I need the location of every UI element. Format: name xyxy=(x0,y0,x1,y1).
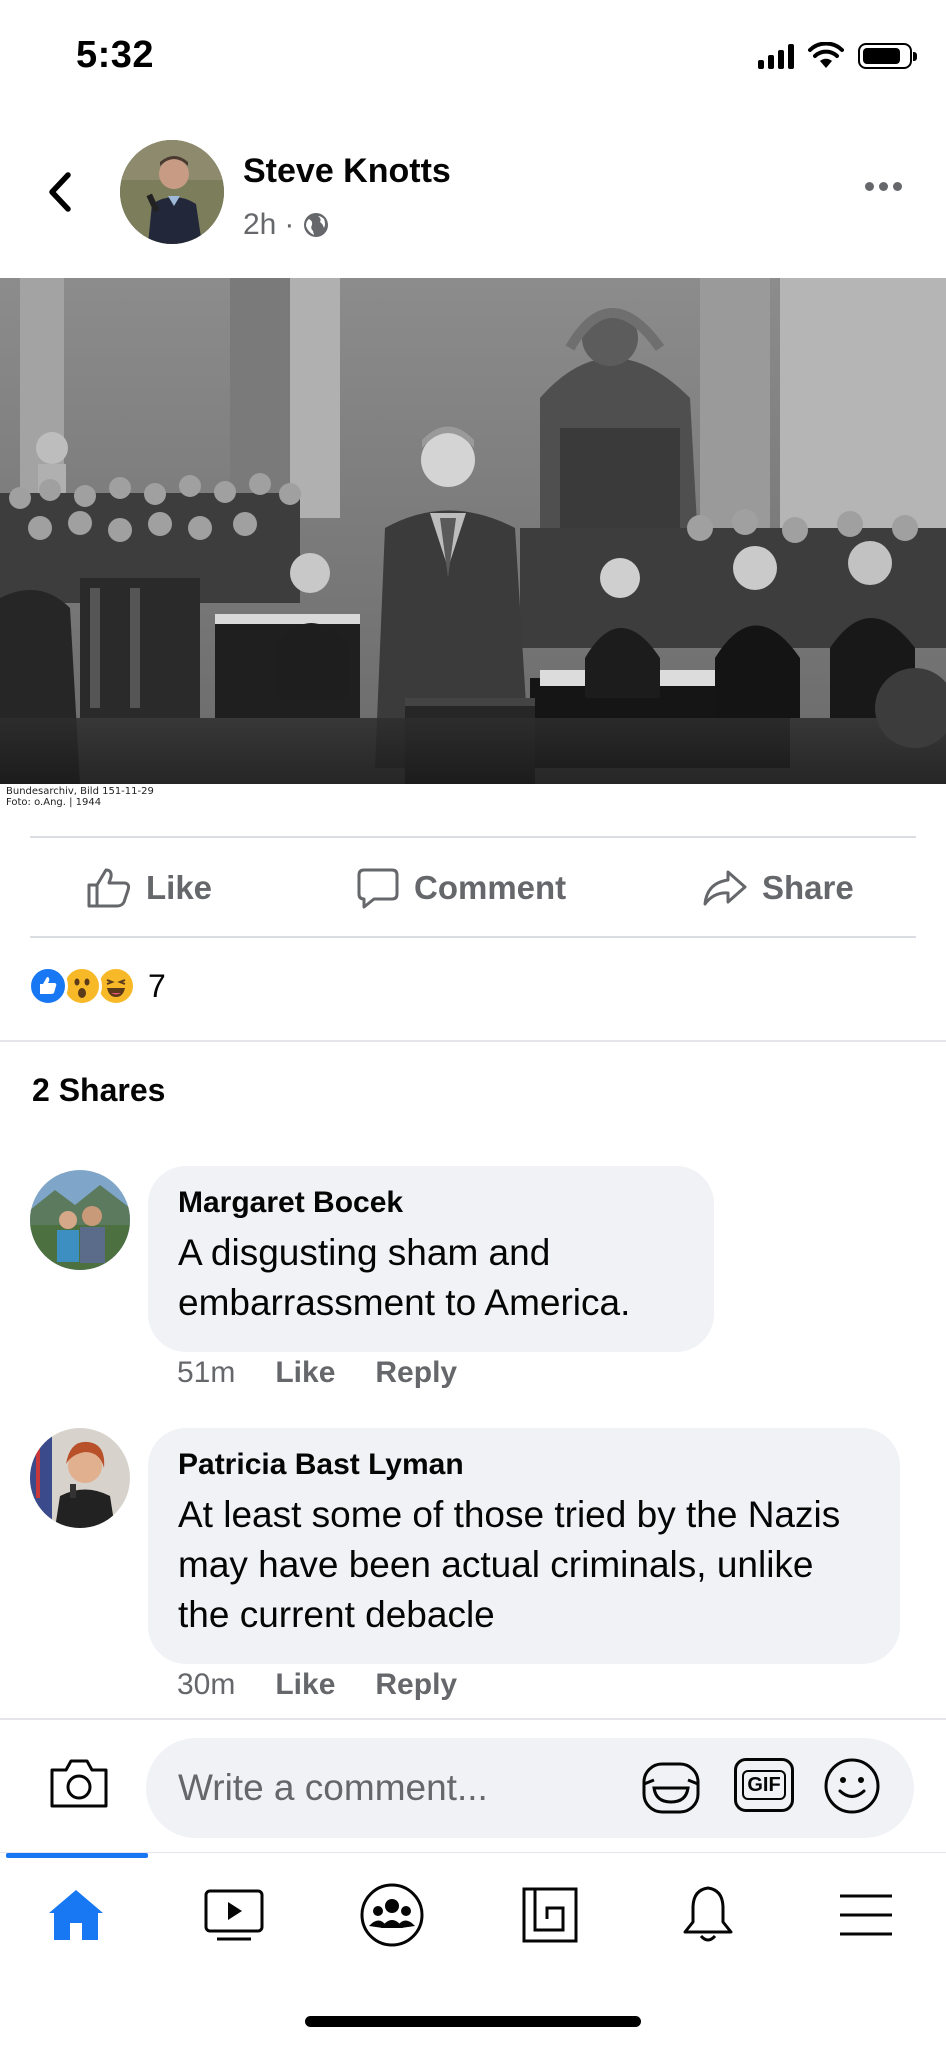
comment-author[interactable]: Margaret Bocek xyxy=(178,1186,684,1220)
comment-like-button[interactable]: Like xyxy=(275,1356,335,1390)
avatar-sticker-icon[interactable] xyxy=(640,1760,702,1816)
meta-separator: · xyxy=(284,208,295,241)
chevron-left-icon xyxy=(49,172,71,212)
active-tab-indicator xyxy=(6,1853,148,1858)
comment-bubble[interactable]: Margaret Bocek A disgusting sham and emb… xyxy=(148,1166,714,1352)
comment-avatar[interactable] xyxy=(30,1170,130,1270)
post-meta: 2h · xyxy=(243,208,330,242)
menu-icon xyxy=(840,1894,892,1936)
home-indicator xyxy=(305,2016,641,2027)
nav-home[interactable] xyxy=(36,1875,116,1955)
bottom-navigation xyxy=(0,1852,946,1967)
divider xyxy=(30,936,916,938)
status-time: 5:32 xyxy=(76,34,155,76)
comment-avatar[interactable] xyxy=(30,1428,130,1528)
home-icon xyxy=(49,1890,103,1940)
post-action-bar: Like Comment Share xyxy=(0,838,946,938)
comment-like-button[interactable]: Like xyxy=(275,1668,335,1702)
groups-icon xyxy=(360,1883,424,1947)
comment-bubble-icon xyxy=(357,868,399,909)
wifi-icon xyxy=(808,42,844,68)
photo-credit-line-1: Bundesarchiv, Bild 151-11-29 xyxy=(6,786,154,797)
author-avatar[interactable] xyxy=(120,140,224,244)
comment-composer: GIF xyxy=(0,1718,946,1848)
comment-actions: 30m Like Reply xyxy=(177,1668,457,1702)
share-button[interactable]: Share xyxy=(702,838,854,938)
nav-notifications[interactable] xyxy=(668,1875,748,1955)
comment-reply-button[interactable]: Reply xyxy=(375,1356,457,1390)
more-options-button[interactable] xyxy=(865,182,902,191)
comment-button[interactable]: Comment xyxy=(356,838,566,938)
gif-label: GIF xyxy=(742,1770,786,1800)
watch-icon xyxy=(204,1889,264,1941)
post-header: Steve Knotts 2h · xyxy=(0,130,946,260)
like-button[interactable]: Like xyxy=(86,838,212,938)
globe-icon xyxy=(304,213,329,237)
cellular-signal-icon xyxy=(758,43,794,69)
comment-input[interactable] xyxy=(146,1738,914,1838)
status-bar: 5:32 xyxy=(0,0,946,120)
comment-text: At least some of those tried by the Nazi… xyxy=(178,1494,841,1635)
back-button[interactable] xyxy=(38,162,82,222)
nav-menu[interactable] xyxy=(826,1875,906,1955)
nav-groups[interactable] xyxy=(352,1875,432,1955)
like-label: Like xyxy=(146,869,213,906)
battery-icon xyxy=(858,43,917,69)
marketplace-icon xyxy=(522,1887,578,1943)
gif-button[interactable]: GIF xyxy=(734,1758,794,1812)
thumbs-up-icon xyxy=(87,868,131,908)
like-reaction-icon xyxy=(28,966,68,1006)
comment-reply-button[interactable]: Reply xyxy=(375,1668,457,1702)
post-time[interactable]: 2h xyxy=(243,208,276,242)
photo-credit-line-2: Foto: o.Ang. | 1944 xyxy=(6,797,102,808)
reaction-count: 7 xyxy=(148,967,166,1004)
nav-marketplace[interactable] xyxy=(510,1875,590,1955)
comment-text: A disgusting sham and embarrassment to A… xyxy=(178,1232,631,1323)
camera-icon[interactable] xyxy=(48,1756,110,1810)
wow-reaction-icon xyxy=(62,966,102,1006)
divider xyxy=(0,1040,946,1042)
comment-label: Comment xyxy=(414,869,567,906)
comment-bubble[interactable]: Patricia Bast Lyman At least some of tho… xyxy=(148,1428,900,1664)
share-arrow-icon xyxy=(703,870,747,906)
haha-reaction-icon xyxy=(96,966,136,1006)
shares-count[interactable]: 2 Shares xyxy=(32,1072,165,1109)
post-author-name[interactable]: Steve Knotts xyxy=(243,152,451,191)
comment-time: 30m xyxy=(177,1668,236,1701)
share-label: Share xyxy=(762,869,854,906)
notifications-icon xyxy=(683,1886,733,1942)
status-icons xyxy=(758,42,917,70)
comment-time: 51m xyxy=(177,1356,236,1389)
nav-watch[interactable] xyxy=(194,1875,274,1955)
photo-credit: Bundesarchiv, Bild 151-11-29 Foto: o.Ang… xyxy=(6,786,154,808)
post-photo[interactable] xyxy=(0,278,946,784)
emoji-icon[interactable] xyxy=(822,1756,882,1816)
comment-author[interactable]: Patricia Bast Lyman xyxy=(178,1448,870,1482)
reactions-summary[interactable]: 7 xyxy=(28,966,166,1006)
comment-actions: 51m Like Reply xyxy=(177,1356,457,1390)
